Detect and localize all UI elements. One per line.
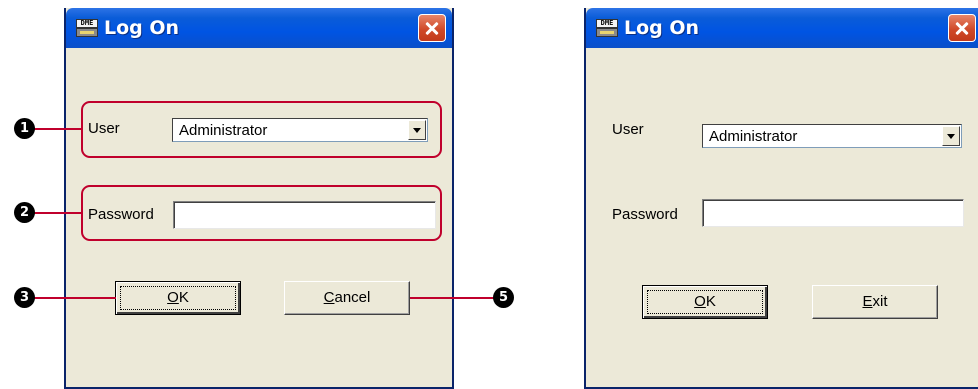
callout-line-1 <box>34 128 82 130</box>
callout-line-2 <box>34 212 82 214</box>
exit-button[interactable]: Exit <box>812 285 938 319</box>
callout-marker-1: 1 <box>14 118 35 139</box>
password-label: Password <box>612 206 678 223</box>
user-select[interactable]: Administrator <box>702 124 962 148</box>
ok-button[interactable]: OK <box>642 285 768 319</box>
callout-marker-3: 3 <box>14 287 35 308</box>
title-bar[interactable]: DME Log On <box>66 8 452 48</box>
callout-line-5 <box>410 297 494 299</box>
user-callout-box <box>81 101 442 158</box>
chevron-down-icon[interactable] <box>942 126 960 146</box>
password-input[interactable] <box>702 199 964 227</box>
callout-line-3 <box>34 297 116 299</box>
dialog-title: Log On <box>624 17 700 39</box>
dialog-title: Log On <box>104 17 180 39</box>
close-icon[interactable] <box>948 14 976 42</box>
dme-app-icon: DME <box>76 19 98 37</box>
callout-marker-2: 2 <box>14 202 35 223</box>
user-label: User <box>612 121 644 138</box>
dme-app-icon: DME <box>596 19 618 37</box>
cancel-button[interactable]: Cancel <box>284 281 410 315</box>
title-bar[interactable]: DME Log On <box>586 8 978 48</box>
close-icon[interactable] <box>418 14 446 42</box>
user-select-value: Administrator <box>709 128 798 145</box>
ok-button[interactable]: OK <box>115 281 241 315</box>
password-callout-box <box>81 185 442 241</box>
callout-marker-5: 5 <box>493 287 514 308</box>
login-dialog-right: DME Log On User Administrator Password O… <box>584 8 978 389</box>
